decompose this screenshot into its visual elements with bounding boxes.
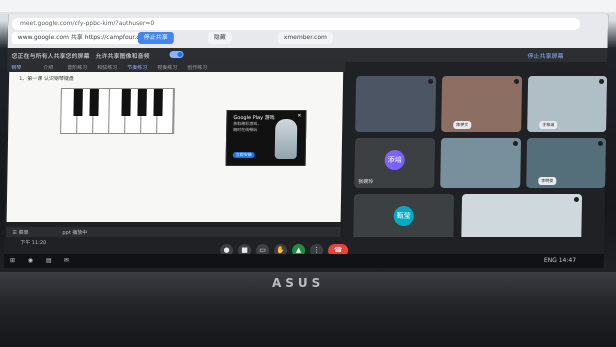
avatar: 添培	[384, 150, 405, 170]
start-icon[interactable]: ⊞	[10, 257, 15, 264]
mic-off-icon	[427, 79, 434, 84]
tab-scales[interactable]: 音阶练习	[67, 64, 87, 71]
tab-compose[interactable]: 创作练习	[187, 64, 207, 71]
address-bar[interactable]: meet.google.com/cfy-ppbc-kim/?authuser=0	[11, 18, 581, 30]
tab-chords[interactable]: 和弦练习	[97, 64, 117, 71]
hide-button[interactable]: 隐藏	[207, 32, 232, 44]
wall-strip	[0, 0, 616, 12]
piano-keyboard-image	[60, 88, 175, 134]
participant-tile[interactable]: 李明俊	[526, 138, 607, 188]
tab-sight-reading[interactable]: 视奏练习	[157, 64, 177, 71]
share-audio-toggle[interactable]	[169, 51, 184, 58]
black-key	[89, 89, 99, 116]
mic-off-icon	[512, 141, 518, 146]
tab-piano[interactable]: 钢琴	[11, 64, 21, 71]
participant-grid: 陈伊文 王梓涵 添培 张婉玲 李明俊 甄莹	[347, 76, 608, 244]
mic-off-icon	[598, 79, 605, 84]
mail-icon[interactable]: ✉	[64, 257, 69, 264]
sharing-banner: 您正在与所有人共享您的屏幕 允许共享图像和音频 停止共享屏幕	[7, 48, 608, 62]
share-audio-label: 允许共享图像和音频	[95, 53, 150, 60]
stop-sharing-screen-link[interactable]: 停止共享屏幕	[527, 51, 563, 60]
participant-tile[interactable]	[355, 76, 437, 132]
meeting-time: 下午 11:20	[20, 240, 47, 246]
close-icon[interactable]: ✕	[296, 113, 302, 119]
presentation-tabs: 钢琴 介绍 音阶练习 和弦练习 节奏练习 视奏练习 创作练习	[7, 62, 346, 72]
avatar: 甄莹	[393, 206, 414, 226]
tab-share-info[interactable]: www.google.com 共享 https://campfour.com	[11, 32, 156, 44]
slide-title: 1、第一课 认识钢琴键盘	[19, 76, 74, 82]
ad-title: Google Play 游戏	[233, 115, 275, 121]
slide-document: 1、第一课 认识钢琴键盘 Google Play 游戏 获取精彩游戏，随时在线畅…	[6, 72, 344, 236]
system-tray: ENG 14:47	[543, 257, 577, 264]
participant-name-pill: 王梓涵	[539, 121, 558, 129]
participant-tile[interactable]: 王梓涵	[527, 76, 608, 132]
participant-tile[interactable]	[440, 138, 522, 188]
tab-rhythm[interactable]: 节奏练习	[127, 64, 147, 71]
presentation-footer: ☰ 菜单 ppt 播放中	[6, 227, 341, 237]
playback-status: ppt 播放中	[62, 230, 88, 236]
participant-tile[interactable]: 陈伊文	[441, 76, 523, 132]
participant-name-pill: 李明俊	[538, 177, 557, 185]
black-key	[121, 89, 131, 116]
participant-name-pill: 陈伊文	[453, 121, 472, 129]
ad-popup[interactable]: Google Play 游戏 获取精彩游戏，随时在线畅玩 立即安装 ✕	[225, 110, 307, 166]
participant-tile[interactable]: 添培 张婉玲	[354, 138, 436, 188]
laptop-screen: meet.google.com/cfy-ppbc-kim/?authuser=0…	[3, 14, 609, 268]
presentation-area: 钢琴 介绍 音阶练习 和弦练习 节奏练习 视奏练习 创作练习 1、第一课 认识钢…	[4, 62, 346, 237]
ad-text: 获取精彩游戏，随时在线畅玩	[233, 121, 262, 132]
mic-off-icon	[573, 197, 580, 202]
mic-off-icon	[597, 141, 603, 146]
participant-name: 张婉玲	[358, 179, 374, 185]
mic-off-icon	[513, 79, 520, 84]
black-key	[153, 89, 163, 116]
browser-chrome: meet.google.com/cfy-ppbc-kim/?authuser=0…	[7, 14, 609, 48]
file-explorer-icon[interactable]: ▤	[46, 257, 52, 264]
black-key	[137, 89, 147, 116]
ad-character-image	[274, 119, 298, 159]
tab-xmember[interactable]: xmember.com	[277, 32, 333, 44]
browser-icon[interactable]: ◉	[28, 257, 33, 264]
menu-label[interactable]: ☰ 菜单	[12, 229, 28, 236]
windows-taskbar: ⊞ ◉ ▤ ✉ ENG 14:47	[3, 254, 605, 268]
ad-install-button[interactable]: 立即安装	[232, 152, 255, 158]
tab-intro[interactable]: 介绍	[43, 64, 53, 71]
sharing-banner-text: 您正在与所有人共享您的屏幕	[11, 53, 90, 60]
black-key	[73, 89, 83, 116]
brand-logo: ASUS	[272, 276, 325, 290]
stop-sharing-button[interactable]: 停止共享	[137, 32, 174, 44]
